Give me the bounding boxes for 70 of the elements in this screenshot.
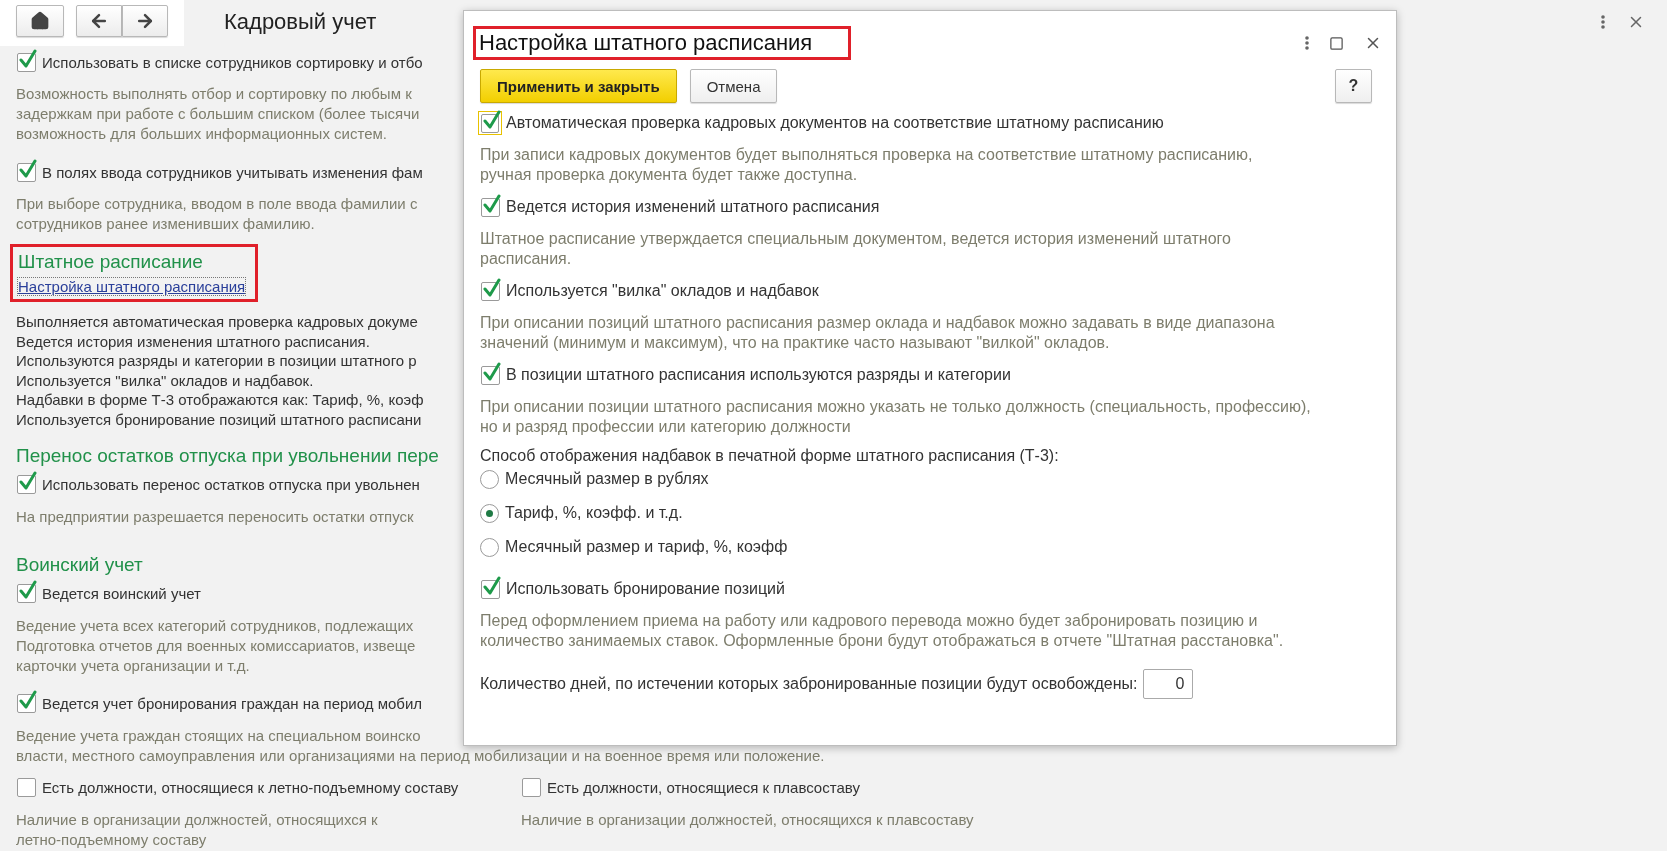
more-button[interactable]: [1601, 15, 1605, 29]
maximize-icon: [1329, 35, 1344, 51]
checkbox-label: Используется "вилка" окладов и надбавок: [506, 282, 819, 300]
checkbox-label: Использовать в списке сотрудников сортировку и отбо: [42, 53, 423, 71]
checkbox-label: Есть должности, относящиеся к летно-подъемному составу: [42, 779, 459, 797]
checkbox-label: В позиции штатного расписания используются разряды и категории: [506, 366, 1011, 384]
field-label: Количество дней, по истечении которых забронированные позиции будут освобождены:: [480, 675, 1138, 693]
summary-line: Ведется история изменения штатного расписания.: [16, 331, 370, 352]
dialog-title: Настройка штатного расписания: [473, 26, 852, 60]
description-text: Наличие в организации должностей, относящихся к плавсоставу: [521, 809, 974, 830]
radio-button[interactable]: [480, 469, 499, 489]
checkbox[interactable]: [16, 474, 36, 495]
section-heading: Перенос остатков отпуска при увольнении пере: [16, 443, 439, 468]
checkbox[interactable]: [480, 365, 500, 385]
summary-line: Используется "вилка" окладов и надбавок.: [16, 370, 314, 391]
description-text: При описании позиций штатного расписания размер оклада и надбавок можно задавать в виде диапазона значений (минимум и максимум), что на практике часто называют "вилкой" окладов.: [480, 313, 1275, 353]
caption-text: Способ отображения надбавок в печатной форме штатного расписания (Т-3):: [480, 447, 1059, 465]
number-field[interactable]: 0: [1143, 669, 1194, 699]
checkbox[interactable]: [16, 693, 36, 714]
summary-line: Выполняется автоматическая проверка кадровых докуме: [16, 312, 418, 332]
home-button[interactable]: [16, 4, 64, 37]
summary-line: Надбавки в форме Т-3 отображаются как: Тариф, %, коэф: [16, 390, 424, 410]
checkbox[interactable]: [16, 162, 36, 182]
section-heading: Воинский учет: [16, 552, 143, 577]
checkbox[interactable]: [478, 111, 502, 135]
description-text: При выборе сотрудника, вводом в поле ввода фамилии с сотрудников ранее изменивших фамилию.: [16, 194, 418, 234]
description-text: Перед оформлением приема на работу или кадрового перевода можно будет забронировать позицию и количество занимаемых ставок. Оформленные брони будут отображаться в отчете "Штатная расстановка".: [480, 611, 1284, 651]
radio-label: Месячный размер в рублях: [505, 470, 709, 488]
checkbox-label: Использовать бронирование позиций: [506, 580, 785, 598]
apply-button[interactable]: Применить и закрыть: [480, 69, 677, 103]
summary-line: Используется бронирование позиций штатного расписани: [16, 409, 422, 430]
description-text: При описании позиции штатного расписания можно указать не только должность (специальность, профессию), но и разряд профессии или категорию должности: [480, 397, 1311, 437]
more-icon: [1601, 15, 1605, 29]
back-button[interactable]: [76, 4, 122, 37]
summary-line: Используются разряды и категории в позиции штатного р: [16, 351, 417, 371]
description-text: Возможность выполнять отбор и сортировку по любым к задержкам при работе с большим списком (более тысячи возможность для больших информационных систем.: [16, 84, 420, 144]
radio-button[interactable]: [480, 537, 499, 557]
description-text: Ведение учета всех категорий сотрудников, подлежащих Подготовка отчетов для военных комиссариатов, извеще карточки учета организации и т.д.: [16, 615, 416, 676]
checkbox[interactable]: [521, 777, 541, 798]
checkbox-label: Автоматическая проверка кадровых документов на соответствие штатному расписанию: [506, 114, 1164, 132]
description-text: Ведение учета граждан стоящих на специальном воинско власти, местного самоуправления или организациями на период мобилизации и на военное время или положение.: [16, 725, 825, 766]
settings-link[interactable]: Настройка штатного расписания: [18, 278, 246, 295]
checkbox-label: Ведется воинский учет: [42, 585, 201, 603]
radio-label: Месячный размер и тариф, %, коэфф: [505, 538, 788, 556]
description-text: Штатное расписание утверждается специальным документом, ведется история изменений штатного расписания.: [480, 229, 1231, 269]
checkbox[interactable]: [480, 197, 500, 217]
checkbox-label: Есть должности, относящиеся к плавсоставу: [547, 779, 860, 797]
checkbox[interactable]: [16, 777, 36, 798]
checkbox[interactable]: [16, 583, 36, 604]
more-button[interactable]: [1305, 36, 1309, 50]
description-text: При записи кадровых документов будет выполняться проверка на соответствие штатному расписанию, ручная проверка документа будет также доступна.: [480, 145, 1253, 185]
page-title: Кадровый учет: [224, 9, 378, 35]
checkbox[interactable]: [16, 52, 36, 72]
cancel-button[interactable]: Отмена: [689, 69, 778, 103]
section-heading: Штатное расписание: [18, 250, 204, 274]
more-icon: [1305, 36, 1309, 50]
checkbox-label: Ведется история изменений штатного расписания: [506, 198, 880, 216]
checkbox-label: В полях ввода сотрудников учитывать изменения фам: [42, 163, 423, 181]
checkbox[interactable]: [480, 579, 500, 599]
maximize-button[interactable]: [1329, 35, 1344, 51]
checkbox[interactable]: [480, 281, 500, 301]
checkbox-label: Использовать перенос остатков отпуска при увольнен: [42, 476, 420, 494]
help-button[interactable]: ?: [1335, 69, 1372, 103]
description-text: На предприятии разрешается переносить остатки отпуск: [16, 506, 414, 527]
checkbox-label: Ведется учет бронирования граждан на период мобил: [42, 695, 423, 713]
home-icon: [30, 10, 50, 31]
forward-button[interactable]: [122, 4, 168, 37]
radio-label: Тариф, %, коэфф. и т.д.: [505, 504, 683, 522]
radio-button[interactable]: [480, 503, 499, 523]
description-text: Наличие в организации должностей, относящихся к летно-подъемному составу: [16, 809, 378, 850]
